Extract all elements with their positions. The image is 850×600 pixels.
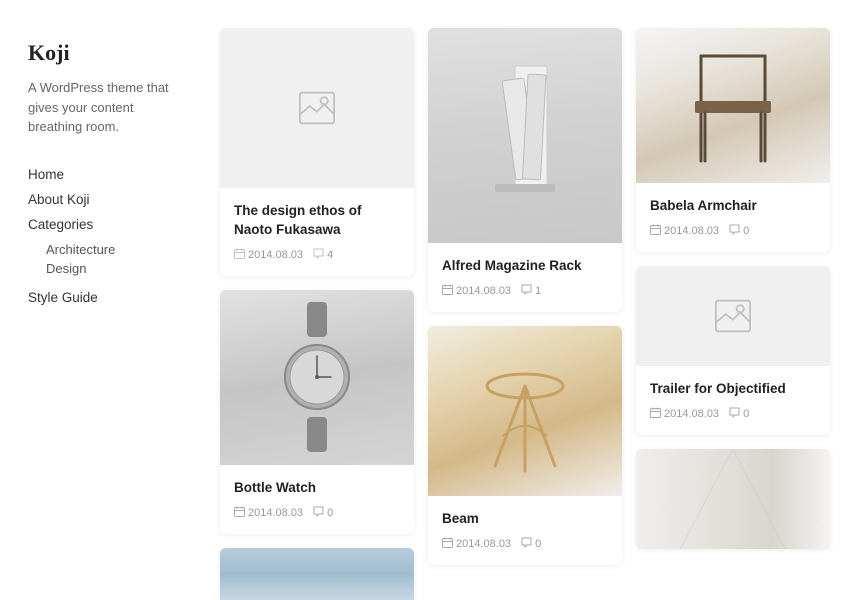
sidebar-item-architecture[interactable]: Architecture bbox=[46, 242, 182, 257]
image-placeholder-icon bbox=[299, 90, 335, 126]
sidebar-item-styleguide[interactable]: Style Guide bbox=[28, 288, 182, 307]
card-naoto-body: The design ethos of Naoto Fukasawa 2014.… bbox=[220, 188, 414, 276]
grid-col-1: The design ethos of Naoto Fukasawa 2014.… bbox=[220, 28, 414, 600]
comment-icon-armchair bbox=[729, 224, 740, 238]
watch-illustration bbox=[277, 302, 357, 452]
card-beam-image bbox=[428, 326, 622, 496]
card-trailer-meta: 2014.08.03 0 bbox=[650, 407, 816, 421]
card-trailer[interactable]: Trailer for Objectified 2014.08.03 bbox=[636, 266, 830, 435]
card-building[interactable] bbox=[220, 548, 414, 600]
card-bottle-watch[interactable]: Bottle Watch 2014.08.03 0 bbox=[220, 290, 414, 534]
sidebar: Koji A WordPress theme that gives your c… bbox=[0, 0, 210, 600]
card-building-image bbox=[220, 548, 414, 600]
card-beam-body: Beam 2014.08.03 0 bbox=[428, 496, 622, 565]
card-trailer-title: Trailer for Objectified bbox=[650, 380, 816, 399]
card-naoto-date: 2014.08.03 bbox=[234, 248, 303, 262]
card-magazine-image bbox=[428, 28, 622, 243]
card-naoto-comments: 4 bbox=[313, 248, 333, 262]
beam-illustration bbox=[475, 346, 575, 476]
grid-col-3: Babela Armchair 2014.08.03 0 bbox=[636, 28, 830, 549]
card-armchair[interactable]: Babela Armchair 2014.08.03 0 bbox=[636, 28, 830, 252]
card-magazine-title: Alfred Magazine Rack bbox=[442, 257, 608, 276]
card-watch-meta: 2014.08.03 0 bbox=[234, 506, 400, 520]
calendar-icon bbox=[234, 248, 245, 262]
card-naoto-meta: 2014.08.03 4 bbox=[234, 248, 400, 262]
card-armchair-comments: 0 bbox=[729, 224, 749, 238]
sidebar-nav: Home About Koji Categories Architecture … bbox=[28, 165, 182, 307]
card-watch-comments: 0 bbox=[313, 506, 333, 520]
sidebar-item-home[interactable]: Home bbox=[28, 165, 182, 184]
card-magazine-date: 2014.08.03 bbox=[442, 284, 511, 298]
card-naoto[interactable]: The design ethos of Naoto Fukasawa 2014.… bbox=[220, 28, 414, 276]
image-placeholder-icon-trailer bbox=[715, 298, 751, 334]
card-watch-date: 2014.08.03 bbox=[234, 506, 303, 520]
card-armchair-body: Babela Armchair 2014.08.03 0 bbox=[636, 183, 830, 252]
card-magazine-comments: 1 bbox=[521, 284, 541, 298]
comment-icon-magazine bbox=[521, 284, 532, 298]
main-content: The design ethos of Naoto Fukasawa 2014.… bbox=[210, 0, 850, 600]
card-magazine-meta: 2014.08.03 1 bbox=[442, 284, 608, 298]
card-armchair-image bbox=[636, 28, 830, 183]
card-trailer-image bbox=[636, 266, 830, 366]
card-hallway[interactable] bbox=[636, 449, 830, 549]
card-beam[interactable]: Beam 2014.08.03 0 bbox=[428, 326, 622, 565]
card-naoto-image bbox=[220, 28, 414, 188]
calendar-icon-trailer bbox=[650, 407, 661, 421]
card-armchair-title: Babela Armchair bbox=[650, 197, 816, 216]
calendar-icon-armchair bbox=[650, 224, 661, 238]
card-trailer-date: 2014.08.03 bbox=[650, 407, 719, 421]
magazine-rack-illustration bbox=[480, 56, 570, 216]
sidebar-item-about[interactable]: About Koji bbox=[28, 190, 182, 209]
card-hallway-image bbox=[636, 449, 830, 549]
comment-icon-watch bbox=[313, 506, 324, 520]
sidebar-sub-nav: Architecture Design bbox=[28, 242, 182, 276]
calendar-icon-magazine bbox=[442, 284, 453, 298]
hallway-illustration bbox=[636, 449, 830, 549]
calendar-icon-watch bbox=[234, 506, 245, 520]
card-armchair-meta: 2014.08.03 0 bbox=[650, 224, 816, 238]
card-magazine-rack[interactable]: Alfred Magazine Rack 2014.08.03 bbox=[428, 28, 622, 312]
site-logo[interactable]: Koji bbox=[28, 40, 182, 66]
card-beam-title: Beam bbox=[442, 510, 608, 529]
sidebar-item-design[interactable]: Design bbox=[46, 261, 182, 276]
card-magazine-body: Alfred Magazine Rack 2014.08.03 bbox=[428, 243, 622, 312]
armchair-illustration bbox=[683, 46, 783, 166]
card-watch-image bbox=[220, 290, 414, 465]
card-naoto-title: The design ethos of Naoto Fukasawa bbox=[234, 202, 400, 240]
comment-icon-trailer bbox=[729, 407, 740, 421]
card-grid: The design ethos of Naoto Fukasawa 2014.… bbox=[220, 28, 830, 600]
site-tagline: A WordPress theme that gives your conten… bbox=[28, 78, 182, 137]
comment-icon-beam bbox=[521, 537, 532, 551]
card-armchair-date: 2014.08.03 bbox=[650, 224, 719, 238]
card-trailer-body: Trailer for Objectified 2014.08.03 bbox=[636, 366, 830, 435]
card-beam-meta: 2014.08.03 0 bbox=[442, 537, 608, 551]
calendar-icon-beam bbox=[442, 537, 453, 551]
comment-icon bbox=[313, 248, 324, 262]
card-watch-body: Bottle Watch 2014.08.03 0 bbox=[220, 465, 414, 534]
card-watch-title: Bottle Watch bbox=[234, 479, 400, 498]
card-trailer-comments: 0 bbox=[729, 407, 749, 421]
sidebar-categories-label: Categories bbox=[28, 217, 182, 232]
grid-col-2: Alfred Magazine Rack 2014.08.03 bbox=[428, 28, 622, 565]
card-beam-comments: 0 bbox=[521, 537, 541, 551]
card-beam-date: 2014.08.03 bbox=[442, 537, 511, 551]
